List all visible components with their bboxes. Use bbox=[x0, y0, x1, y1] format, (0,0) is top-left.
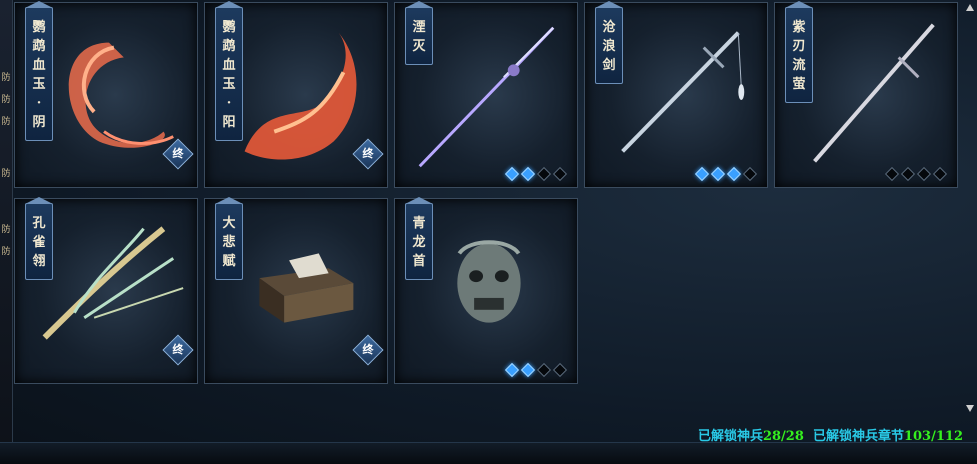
star-diamond bbox=[710, 166, 726, 182]
sidebar-glyph: 防 bbox=[1, 247, 11, 257]
star-diamond bbox=[932, 166, 948, 182]
card-title-tag: 湮灭 bbox=[405, 1, 433, 65]
weapon-card[interactable]: 沧浪剑 bbox=[584, 1, 768, 188]
star-diamond bbox=[900, 166, 916, 182]
star-diamond bbox=[552, 166, 568, 182]
bottom-decoration bbox=[0, 442, 977, 464]
scrollbar[interactable] bbox=[966, 4, 974, 412]
star-diamond bbox=[916, 166, 932, 182]
star-diamond bbox=[552, 362, 568, 378]
star-diamond bbox=[504, 166, 520, 182]
card-title-tag: 沧浪剑 bbox=[595, 1, 623, 84]
weapon-card[interactable]: 大悲赋 终 bbox=[204, 197, 388, 384]
card-title-tag: 青龙首 bbox=[405, 197, 433, 280]
sidebar-glyph: 防 bbox=[1, 169, 11, 179]
sidebar-glyph: 防 bbox=[1, 117, 11, 127]
weapon-card[interactable]: 青龙首 bbox=[394, 197, 578, 384]
star-diamond bbox=[884, 166, 900, 182]
star-diamond bbox=[742, 166, 758, 182]
star-diamond bbox=[504, 362, 520, 378]
star-diamond bbox=[726, 166, 742, 182]
weapon-card[interactable]: 紫刃流萤 bbox=[774, 1, 958, 188]
left-strip: 防防防防防防 bbox=[0, 0, 13, 463]
sidebar-glyph: 防 bbox=[1, 95, 11, 105]
weapon-card[interactable]: 鹦鹉血玉 · 阳 终 bbox=[204, 1, 388, 188]
card-title-tag: 鹦鹉血玉 · 阴 bbox=[25, 1, 53, 141]
sidebar-glyph: 防 bbox=[1, 225, 11, 235]
star-diamond bbox=[520, 362, 536, 378]
card-title-tag: 孔雀翎 bbox=[25, 197, 53, 280]
scroll-up-icon[interactable] bbox=[966, 4, 974, 11]
card-title-tag: 紫刃流萤 bbox=[785, 1, 813, 103]
weapon-card[interactable]: 孔雀翎 终 bbox=[14, 197, 198, 384]
star-diamond bbox=[520, 166, 536, 182]
card-title-tag: 大悲赋 bbox=[215, 197, 243, 280]
weapon-card[interactable]: 鹦鹉血玉 · 阴 终 bbox=[14, 1, 198, 188]
divine-weapon-panel: 防防防防防防 鹦鹉血玉 · 阴 终 鹦鹉血玉 · 阳 终 湮灭 沧 浪 剑 紫 … bbox=[0, 0, 977, 464]
star-diamond bbox=[536, 362, 552, 378]
sidebar-glyph: 防 bbox=[1, 73, 11, 83]
star-diamond bbox=[694, 166, 710, 182]
star-diamond bbox=[536, 166, 552, 182]
star-rating bbox=[884, 166, 948, 182]
scroll-down-icon[interactable] bbox=[966, 405, 974, 412]
card-title-tag: 鹦鹉血玉 · 阳 bbox=[215, 1, 243, 141]
star-rating bbox=[504, 362, 568, 378]
weapon-card[interactable]: 湮灭 bbox=[394, 1, 578, 188]
star-rating bbox=[504, 166, 568, 182]
star-rating bbox=[694, 166, 758, 182]
